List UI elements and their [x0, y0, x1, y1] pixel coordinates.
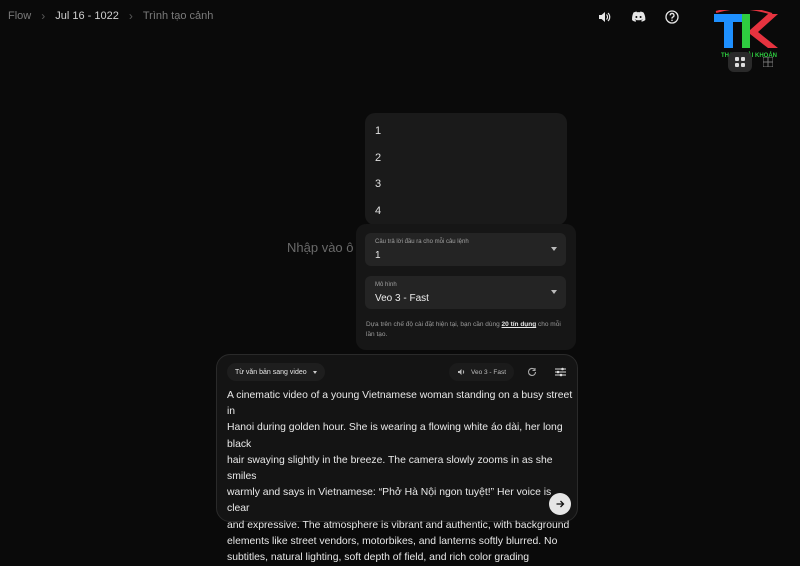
prompt-composer: Từ văn bản sang video Veo 3 - Fast A cin…	[216, 354, 578, 563]
volume-icon[interactable]	[596, 9, 612, 25]
prompt-line: warmly and says in Vietnamese: “Phở Hà N…	[227, 487, 552, 515]
outputs-select-label: Câu trả lời đầu ra cho mỗi câu lệnh	[375, 239, 469, 245]
model-select-label: Mô hình	[375, 282, 397, 288]
chevron-down-icon	[551, 247, 557, 251]
breadcrumb-root[interactable]: Flow	[8, 10, 31, 22]
prompt-line: subtitles, natural lighting, soft depth …	[227, 552, 530, 564]
breadcrumb-page: Trình tạo cảnh	[142, 10, 214, 22]
view-toggle	[728, 52, 780, 72]
settings-toggle-button[interactable]	[550, 363, 570, 381]
refresh-button[interactable]	[522, 363, 542, 381]
empty-state-label: Nhập vào ô	[287, 240, 354, 255]
breadcrumb: Flow › Jul 16 - 1022 › Trình tạo cảnh	[8, 9, 213, 23]
breadcrumb-project[interactable]: Jul 16 - 1022	[55, 10, 119, 22]
chevron-down-icon	[312, 370, 317, 374]
mode-select[interactable]: Từ văn bản sang video	[227, 363, 325, 381]
model-chip[interactable]: Veo 3 - Fast	[449, 363, 515, 381]
prompt-input[interactable]: A cinematic video of a young Vietnamese …	[227, 388, 573, 566]
settings-panel: Câu trả lời đầu ra cho mỗi câu lệnh 1 Mô…	[356, 224, 576, 350]
credit-note-text: Dựa trên chế độ cài đặt hiện tại, bạn cầ…	[366, 321, 502, 328]
outputs-select-value: 1	[375, 250, 381, 261]
model-select-value: Veo 3 - Fast	[375, 293, 429, 304]
credit-link[interactable]: 20 tín dụng	[502, 321, 537, 328]
dropdown-option[interactable]: 3	[375, 178, 381, 190]
dropdown-option[interactable]: 2	[375, 152, 381, 164]
discord-icon[interactable]	[630, 9, 646, 25]
model-icon	[458, 369, 465, 375]
dropdown-option[interactable]: 1	[375, 125, 381, 137]
tile-view-button[interactable]	[756, 52, 780, 72]
top-toolbar	[596, 9, 680, 25]
chevron-right-icon: ›	[128, 9, 133, 23]
model-select[interactable]: Mô hình Veo 3 - Fast	[365, 276, 566, 309]
send-button[interactable]	[549, 493, 571, 515]
outputs-dropdown-menu: 1 2 3 4	[365, 113, 567, 225]
grid-icon	[735, 57, 745, 67]
tiles-icon	[763, 57, 773, 67]
chevron-right-icon: ›	[41, 9, 46, 23]
grid-view-button[interactable]	[728, 52, 752, 72]
prompt-line: A cinematic video of a young Vietnamese …	[227, 390, 573, 418]
mode-select-label: Từ văn bản sang video	[235, 368, 307, 376]
credit-note: Dựa trên chế độ cài đặt hiện tại, bạn cầ…	[366, 320, 566, 340]
prompt-line: and expressive. The atmosphere is vibran…	[227, 519, 570, 531]
refresh-icon	[528, 367, 537, 376]
prompt-line: hair swaying slightly in the breeze. The…	[227, 454, 553, 483]
chevron-down-icon	[551, 290, 557, 294]
outputs-select[interactable]: Câu trả lời đầu ra cho mỗi câu lệnh 1	[365, 233, 566, 266]
help-icon[interactable]	[664, 9, 680, 25]
prompt-line: elements like street vendors, motorbikes…	[227, 535, 558, 547]
model-chip-label: Veo 3 - Fast	[471, 368, 507, 376]
prompt-line: Hanoi during golden hour. She is wearing…	[227, 422, 563, 450]
arrow-right-icon	[556, 500, 565, 508]
dropdown-option[interactable]: 4	[375, 205, 381, 217]
sliders-icon	[554, 367, 566, 377]
